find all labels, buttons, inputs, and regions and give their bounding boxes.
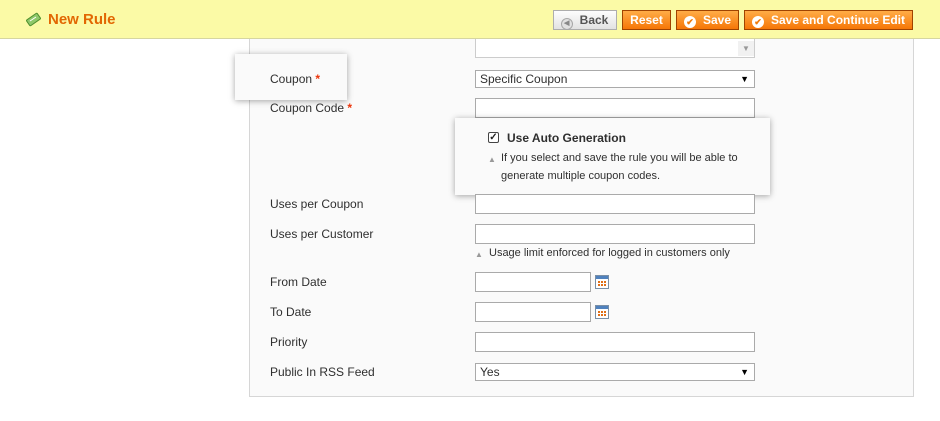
uses-per-customer-hint-text: Usage limit enforced for logged in custo… [489, 247, 730, 259]
check-icon: ✔ [752, 16, 764, 28]
auto-generation-checkbox[interactable]: ✓ [488, 132, 499, 143]
back-button[interactable]: ◀ Back [553, 10, 617, 30]
auto-generation-popup: ✓ Use Auto Generation ▲ If you select an… [455, 118, 770, 195]
calendar-icon[interactable] [595, 305, 609, 319]
previous-select-field[interactable]: ▼ [475, 39, 755, 58]
page-title: New Rule [48, 11, 116, 28]
auto-generation-hint: ▲ If you select and save the rule you wi… [488, 149, 761, 185]
ticket-icon [26, 12, 41, 27]
save-and-continue-label: Save and Continue Edit [771, 13, 906, 27]
to-date-label: To Date [270, 305, 312, 319]
coupon-label-text: Coupon [270, 72, 313, 86]
triangle-up-icon: ▲ [475, 250, 483, 259]
to-date-input[interactable] [475, 302, 591, 322]
priority-label: Priority [270, 335, 308, 349]
required-marker: * [347, 101, 353, 115]
auto-generation-hint-line2: generate multiple coupon codes. [501, 170, 660, 182]
arrow-left-icon: ◀ [560, 18, 573, 30]
caret-down-icon: ▼ [740, 74, 749, 84]
page-header: New Rule ◀ Back Reset ✔ Save ✔ Save and Con… [0, 0, 940, 39]
from-date-input[interactable] [475, 272, 591, 292]
chevron-down-icon: ▼ [738, 41, 754, 56]
coupon-select[interactable]: Specific Coupon ▼ [475, 70, 755, 88]
uses-per-customer-input[interactable] [475, 224, 755, 244]
rss-feed-select[interactable]: Yes ▼ [475, 363, 755, 381]
uses-per-customer-label: Uses per Customer [270, 227, 374, 241]
check-icon: ✔ [684, 16, 696, 28]
triangle-up-icon: ▲ [488, 155, 496, 164]
calendar-icon[interactable] [595, 275, 609, 289]
rss-feed-select-value: Yes [480, 365, 500, 379]
uses-per-coupon-label: Uses per Coupon [270, 197, 364, 211]
priority-input[interactable] [475, 332, 755, 352]
coupon-code-input[interactable] [475, 98, 755, 118]
save-button[interactable]: ✔ Save [676, 10, 739, 30]
coupon-code-label: Coupon Code * [270, 101, 352, 115]
rss-feed-label: Public In RSS Feed [270, 365, 375, 379]
coupon-code-label-text: Coupon Code [270, 101, 345, 115]
required-marker: * [315, 72, 321, 86]
caret-down-icon: ▼ [740, 367, 749, 377]
save-button-label: Save [703, 13, 732, 27]
auto-generation-label: Use Auto Generation [507, 131, 626, 145]
from-date-label: From Date [270, 275, 327, 289]
uses-per-coupon-input[interactable] [475, 194, 755, 214]
auto-generation-hint-line1: If you select and save the rule you will… [501, 152, 738, 164]
back-button-label: Back [579, 13, 609, 27]
uses-per-customer-hint: ▲ Usage limit enforced for logged in cus… [475, 244, 730, 262]
save-and-continue-button[interactable]: ✔ Save and Continue Edit [744, 10, 913, 30]
coupon-label: Coupon * [270, 72, 320, 86]
coupon-select-value: Specific Coupon [480, 72, 568, 86]
reset-button[interactable]: Reset [622, 10, 671, 30]
